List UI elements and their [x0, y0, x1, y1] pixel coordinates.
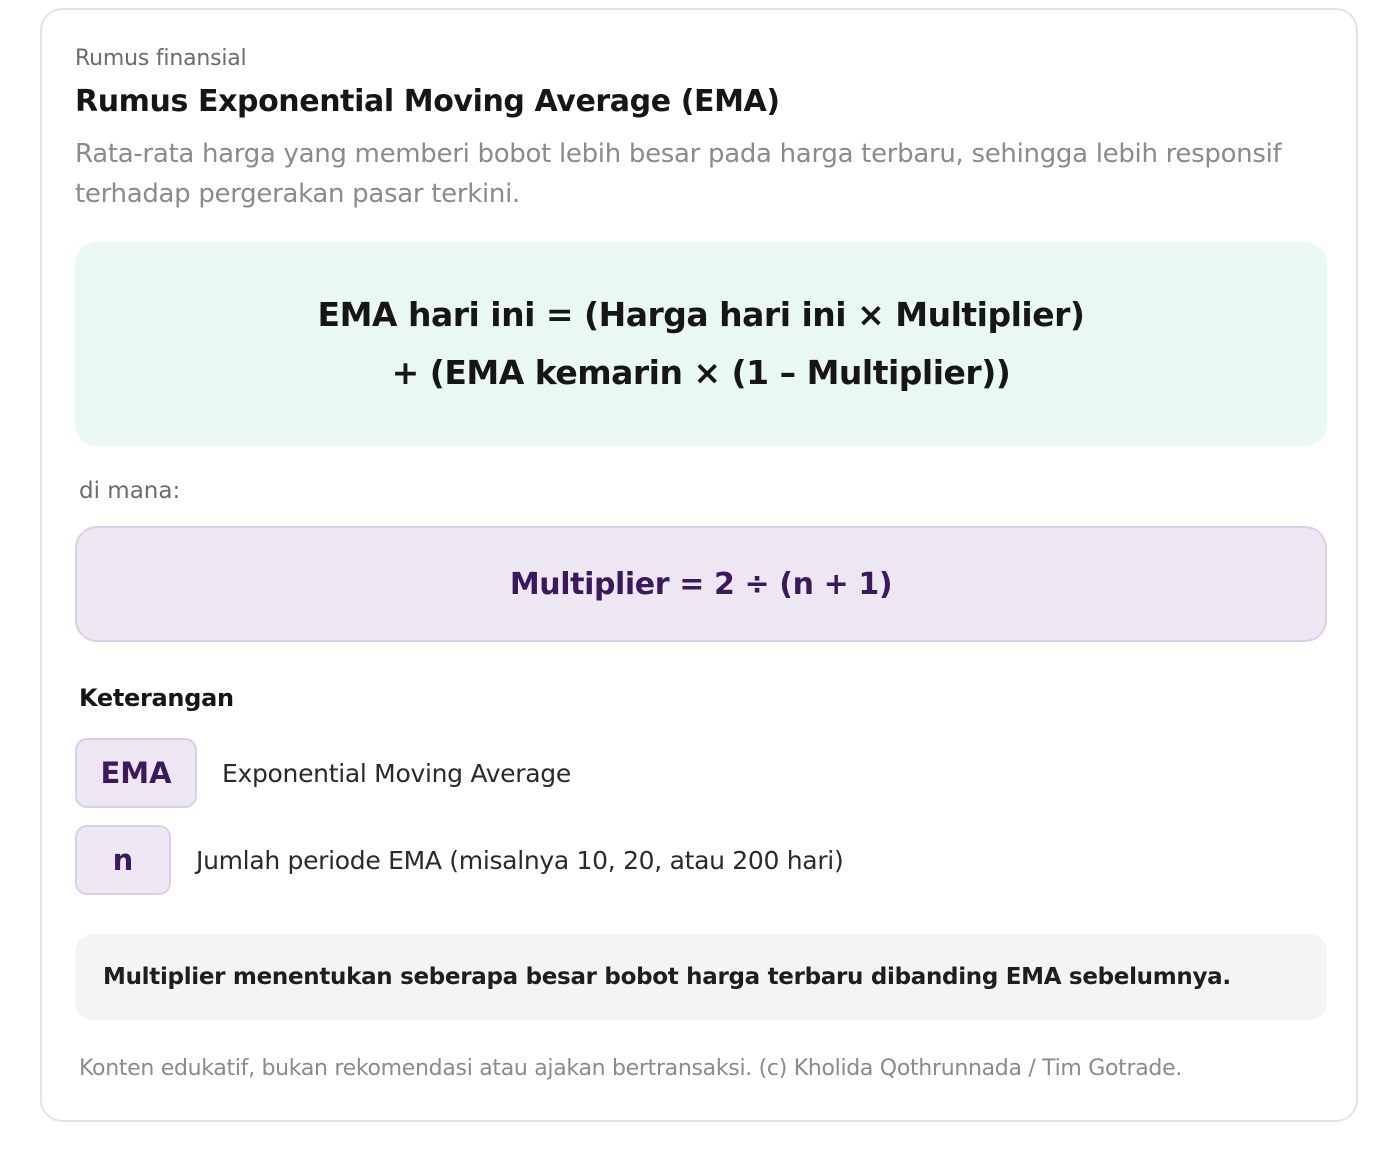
- where-label: di mana:: [79, 478, 181, 504]
- legend-symbol-n: n: [75, 825, 171, 895]
- legend-item: EMA Exponential Moving Average: [75, 738, 571, 808]
- legend-symbol-ema: EMA: [75, 738, 197, 808]
- main-formula-line-1: EMA hari ini = (Harga hari ini × Multipl…: [317, 295, 1085, 334]
- main-formula-box: EMA hari ini = (Harga hari ini × Multipl…: [75, 242, 1327, 446]
- note-text: Multiplier menentukan seberapa besar bob…: [103, 964, 1231, 990]
- formula-card: Rumus finansial Rumus Exponential Moving…: [40, 8, 1358, 1122]
- disclaimer-footer: Konten edukatif, bukan rekomendasi atau …: [79, 1056, 1183, 1081]
- category-label: Rumus finansial: [75, 46, 247, 71]
- page-title: Rumus Exponential Moving Average (EMA): [75, 84, 780, 119]
- legend-description: Jumlah periode EMA (misalnya 10, 20, ata…: [196, 845, 844, 875]
- legend-heading: Keterangan: [79, 684, 234, 712]
- multiplier-formula: Multiplier = 2 ÷ (n + 1): [509, 566, 893, 602]
- note-box: Multiplier menentukan seberapa besar bob…: [75, 934, 1327, 1020]
- legend-description: Exponential Moving Average: [222, 758, 571, 788]
- main-formula-line-2: + (EMA kemarin × (1 – Multiplier)): [391, 353, 1011, 392]
- page-subtitle: Rata-rata harga yang memberi bobot lebih…: [75, 139, 1282, 209]
- legend-item: n Jumlah periode EMA (misalnya 10, 20, a…: [75, 825, 844, 895]
- multiplier-formula-box: Multiplier = 2 ÷ (n + 1): [75, 526, 1327, 642]
